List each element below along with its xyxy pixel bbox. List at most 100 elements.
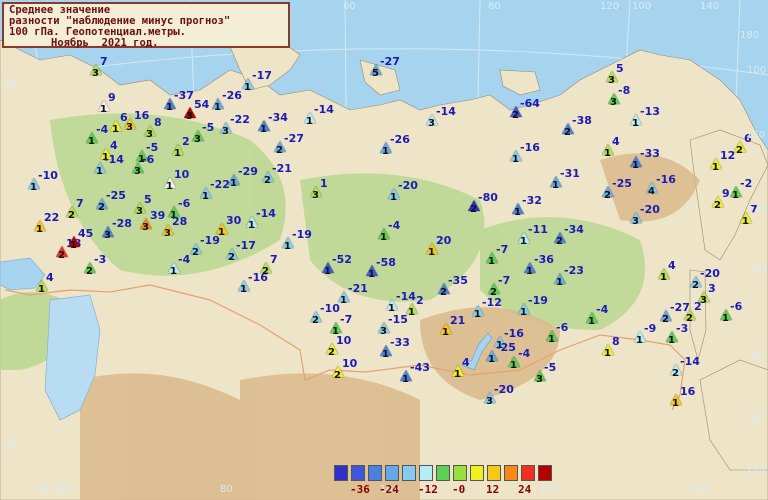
station-marker: -52 1 xyxy=(322,253,352,277)
station-count: 2 xyxy=(686,313,693,324)
station-marker: -80 2 xyxy=(468,191,498,215)
station-marker: -35 2 xyxy=(438,274,468,298)
station-value: -7 xyxy=(340,313,353,326)
station-count: 2 xyxy=(662,314,669,325)
station-marker: -14 1 xyxy=(246,207,276,231)
station-value: -34 xyxy=(268,111,288,124)
station-marker: -21 2 xyxy=(262,162,292,186)
station-count: 1 xyxy=(668,335,675,346)
station-value: -52 xyxy=(332,253,352,266)
station-value: 9 xyxy=(108,91,116,104)
station-marker: -13 1 xyxy=(630,105,660,129)
station-count: 3 xyxy=(486,396,493,407)
station-value: -27 xyxy=(284,132,304,145)
station-count: 2 xyxy=(692,280,699,291)
lat-label-right: 160 xyxy=(746,130,766,141)
station-value: 7 xyxy=(76,197,84,210)
lon-label-top: 120 xyxy=(600,1,620,12)
station-count: 1 xyxy=(454,369,461,380)
station-marker: -14 3 xyxy=(426,105,456,129)
station-marker: 16 1 xyxy=(670,385,695,409)
station-count: 1 xyxy=(402,374,409,385)
station-count: 1 xyxy=(488,256,495,267)
station-value: -80 xyxy=(478,191,498,204)
station-value: -19 xyxy=(528,294,548,307)
station-count: 1 xyxy=(442,327,449,338)
station-marker: -2 1 xyxy=(730,177,752,201)
station-count: 1 xyxy=(100,104,107,115)
station-marker: 81 xyxy=(602,335,620,359)
station-value: -7 xyxy=(496,243,509,256)
station-marker: -25 1 xyxy=(486,341,516,365)
station-value: -6 xyxy=(730,300,743,313)
station-value: -4 xyxy=(388,219,401,232)
station-value: 4 xyxy=(612,135,620,148)
station-value: -35 xyxy=(448,274,468,287)
legend-swatch xyxy=(402,465,416,481)
station-count: 2 xyxy=(264,175,271,186)
station-marker: -14 2 xyxy=(670,355,700,379)
legend-swatch xyxy=(504,465,518,481)
station-marker: -58 1 xyxy=(366,256,396,280)
lat-label-left: 50 xyxy=(4,78,17,89)
station-value: -22 xyxy=(210,178,230,191)
station-count: 1 xyxy=(556,277,563,288)
station-value: 6 xyxy=(120,111,128,124)
station-marker: -15 3 xyxy=(378,313,408,337)
station-value: -37 xyxy=(174,89,194,102)
station-marker: -31 1 xyxy=(550,167,580,191)
legend-swatch xyxy=(385,465,399,481)
station-marker: 41 xyxy=(602,135,620,159)
station-count: 3 xyxy=(380,326,387,337)
station-marker: 20 1 xyxy=(426,234,451,258)
station-marker: -36 1 xyxy=(524,253,554,277)
station-marker: -23 1 xyxy=(554,264,584,288)
station-count: 1 xyxy=(306,116,313,127)
station-marker: 73 xyxy=(90,55,108,79)
station-count: 1 xyxy=(732,190,739,201)
station-count: 3 xyxy=(610,97,617,108)
station-count: 2 xyxy=(262,266,269,277)
station-count: 2 xyxy=(736,145,743,156)
station-count: 1 xyxy=(512,154,519,165)
station-value: -12 xyxy=(482,296,502,309)
station-count: 1 xyxy=(174,148,181,159)
station-value: -14 xyxy=(256,207,276,220)
station-value: -3 xyxy=(94,253,107,266)
station-value: 5 xyxy=(144,193,152,206)
station-marker: -22 1 xyxy=(200,178,230,202)
station-marker: -4 1 xyxy=(508,347,530,371)
station-marker: 28 3 xyxy=(162,215,187,239)
station-value: 22 xyxy=(44,211,60,224)
legend-swatch xyxy=(351,465,365,481)
station-value: -14 xyxy=(104,153,124,166)
station-count: 3 xyxy=(186,111,193,122)
station-count: 1 xyxy=(742,216,749,227)
station-marker: -5 3 xyxy=(192,121,214,145)
station-marker: -10 2 xyxy=(310,302,340,326)
station-marker: 18 2 xyxy=(56,237,81,261)
map-canvas xyxy=(0,0,768,500)
legend-swatch xyxy=(487,465,501,481)
station-value: 39 xyxy=(150,209,166,222)
station-count: 1 xyxy=(382,146,389,157)
station-count: 1 xyxy=(38,284,45,295)
station-value: -16 xyxy=(504,327,524,340)
station-marker: -7 1 xyxy=(330,313,352,337)
station-value: 1 xyxy=(320,177,328,190)
legend-tick: -0 xyxy=(452,483,466,496)
station-value: -32 xyxy=(522,194,542,207)
station-marker: -20 1 xyxy=(388,179,418,203)
station-marker: -11 1 xyxy=(518,223,548,247)
station-value: -11 xyxy=(528,223,548,236)
station-value: -13 xyxy=(640,105,660,118)
station-value: 12 xyxy=(720,149,736,162)
station-marker: -64 2 xyxy=(510,97,540,121)
station-count: 1 xyxy=(96,166,103,177)
station-value: -4 xyxy=(518,347,531,360)
station-marker: -16 1 xyxy=(510,141,540,165)
station-count: 1 xyxy=(514,207,521,218)
station-count: 3 xyxy=(164,228,171,239)
station-value: 4 xyxy=(668,259,676,272)
station-count: 1 xyxy=(202,191,209,202)
